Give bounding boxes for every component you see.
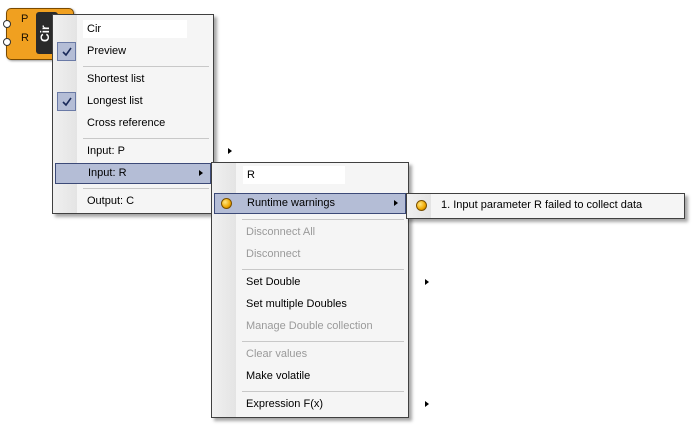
input-r-label: R bbox=[21, 32, 29, 44]
input-r-menu-label: Input: R bbox=[88, 167, 127, 179]
menu-separator bbox=[83, 188, 209, 189]
menu-separator bbox=[242, 269, 404, 270]
input-r-menu-item[interactable]: Input: R bbox=[55, 163, 211, 184]
warning-icon bbox=[221, 198, 232, 209]
parameter-context-menu: R Runtime warnings Disconnect All Discon… bbox=[211, 162, 429, 418]
chevron-right-icon bbox=[425, 401, 429, 407]
set-multiple-doubles-label: Set multiple Doubles bbox=[246, 298, 347, 310]
menu-separator bbox=[242, 391, 404, 392]
runtime-warnings-submenu: 1. Input parameter R failed to collect d… bbox=[406, 193, 685, 219]
cross-reference-label: Cross reference bbox=[87, 117, 166, 129]
clear-values-menu-item: Clear values bbox=[214, 344, 436, 365]
menu-separator bbox=[83, 138, 209, 139]
chevron-right-icon bbox=[425, 279, 429, 285]
chevron-right-icon bbox=[394, 200, 398, 206]
output-c-menu-label: Output: C bbox=[87, 195, 135, 207]
input-r-grip[interactable] bbox=[3, 38, 11, 46]
input-p-grip[interactable] bbox=[3, 20, 11, 28]
runtime-warnings-menu-item[interactable]: Runtime warnings bbox=[214, 193, 406, 214]
input-p-label: P bbox=[21, 13, 29, 25]
set-double-menu-item[interactable]: Set Double bbox=[214, 272, 436, 293]
set-multiple-doubles-menu-item[interactable]: Set multiple Doubles bbox=[214, 294, 436, 315]
make-volatile-label: Make volatile bbox=[246, 370, 311, 382]
component-name-field[interactable]: Cir bbox=[83, 20, 187, 38]
manage-double-collection-menu-item: Manage Double collection bbox=[214, 316, 436, 337]
manage-double-collection-label: Manage Double collection bbox=[246, 320, 373, 332]
preview-check-icon bbox=[57, 42, 76, 61]
expression-label: Expression F(x) bbox=[246, 398, 324, 410]
longest-list-menu-item[interactable]: Longest list bbox=[55, 91, 239, 112]
chevron-right-icon bbox=[199, 170, 203, 176]
warning-message-item[interactable]: 1. Input parameter R failed to collect d… bbox=[409, 195, 692, 216]
disconnect-label: Disconnect bbox=[246, 248, 301, 260]
input-p-menu-label: Input: P bbox=[87, 145, 125, 157]
longest-list-check-icon bbox=[57, 92, 76, 111]
chevron-right-icon bbox=[228, 148, 232, 154]
preview-menu-item[interactable]: Preview bbox=[55, 41, 239, 62]
input-p-menu-item[interactable]: Input: P bbox=[55, 141, 239, 162]
expression-menu-item[interactable]: Expression F(x) bbox=[214, 394, 436, 415]
preview-label: Preview bbox=[87, 45, 127, 57]
longest-list-label: Longest list bbox=[87, 95, 143, 107]
disconnect-menu-item: Disconnect bbox=[214, 244, 436, 265]
menu-separator bbox=[242, 341, 404, 342]
make-volatile-menu-item[interactable]: Make volatile bbox=[214, 366, 436, 387]
clear-values-label: Clear values bbox=[246, 348, 308, 360]
cross-reference-menu-item[interactable]: Cross reference bbox=[55, 113, 239, 134]
menu-separator bbox=[83, 66, 209, 67]
disconnect-all-menu-item: Disconnect All bbox=[214, 222, 436, 243]
shortest-list-menu-item[interactable]: Shortest list bbox=[55, 69, 239, 90]
shortest-list-label: Shortest list bbox=[87, 73, 145, 85]
parameter-name-field[interactable]: R bbox=[243, 166, 345, 184]
disconnect-all-label: Disconnect All bbox=[246, 226, 316, 238]
menu-separator bbox=[242, 219, 404, 220]
component-context-menu: Cir Preview Shortest list Longest list C… bbox=[52, 14, 232, 214]
warning-message-label: 1. Input parameter R failed to collect d… bbox=[441, 199, 643, 211]
warning-icon bbox=[416, 200, 427, 211]
runtime-warnings-label: Runtime warnings bbox=[247, 197, 336, 209]
set-double-label: Set Double bbox=[246, 276, 301, 288]
